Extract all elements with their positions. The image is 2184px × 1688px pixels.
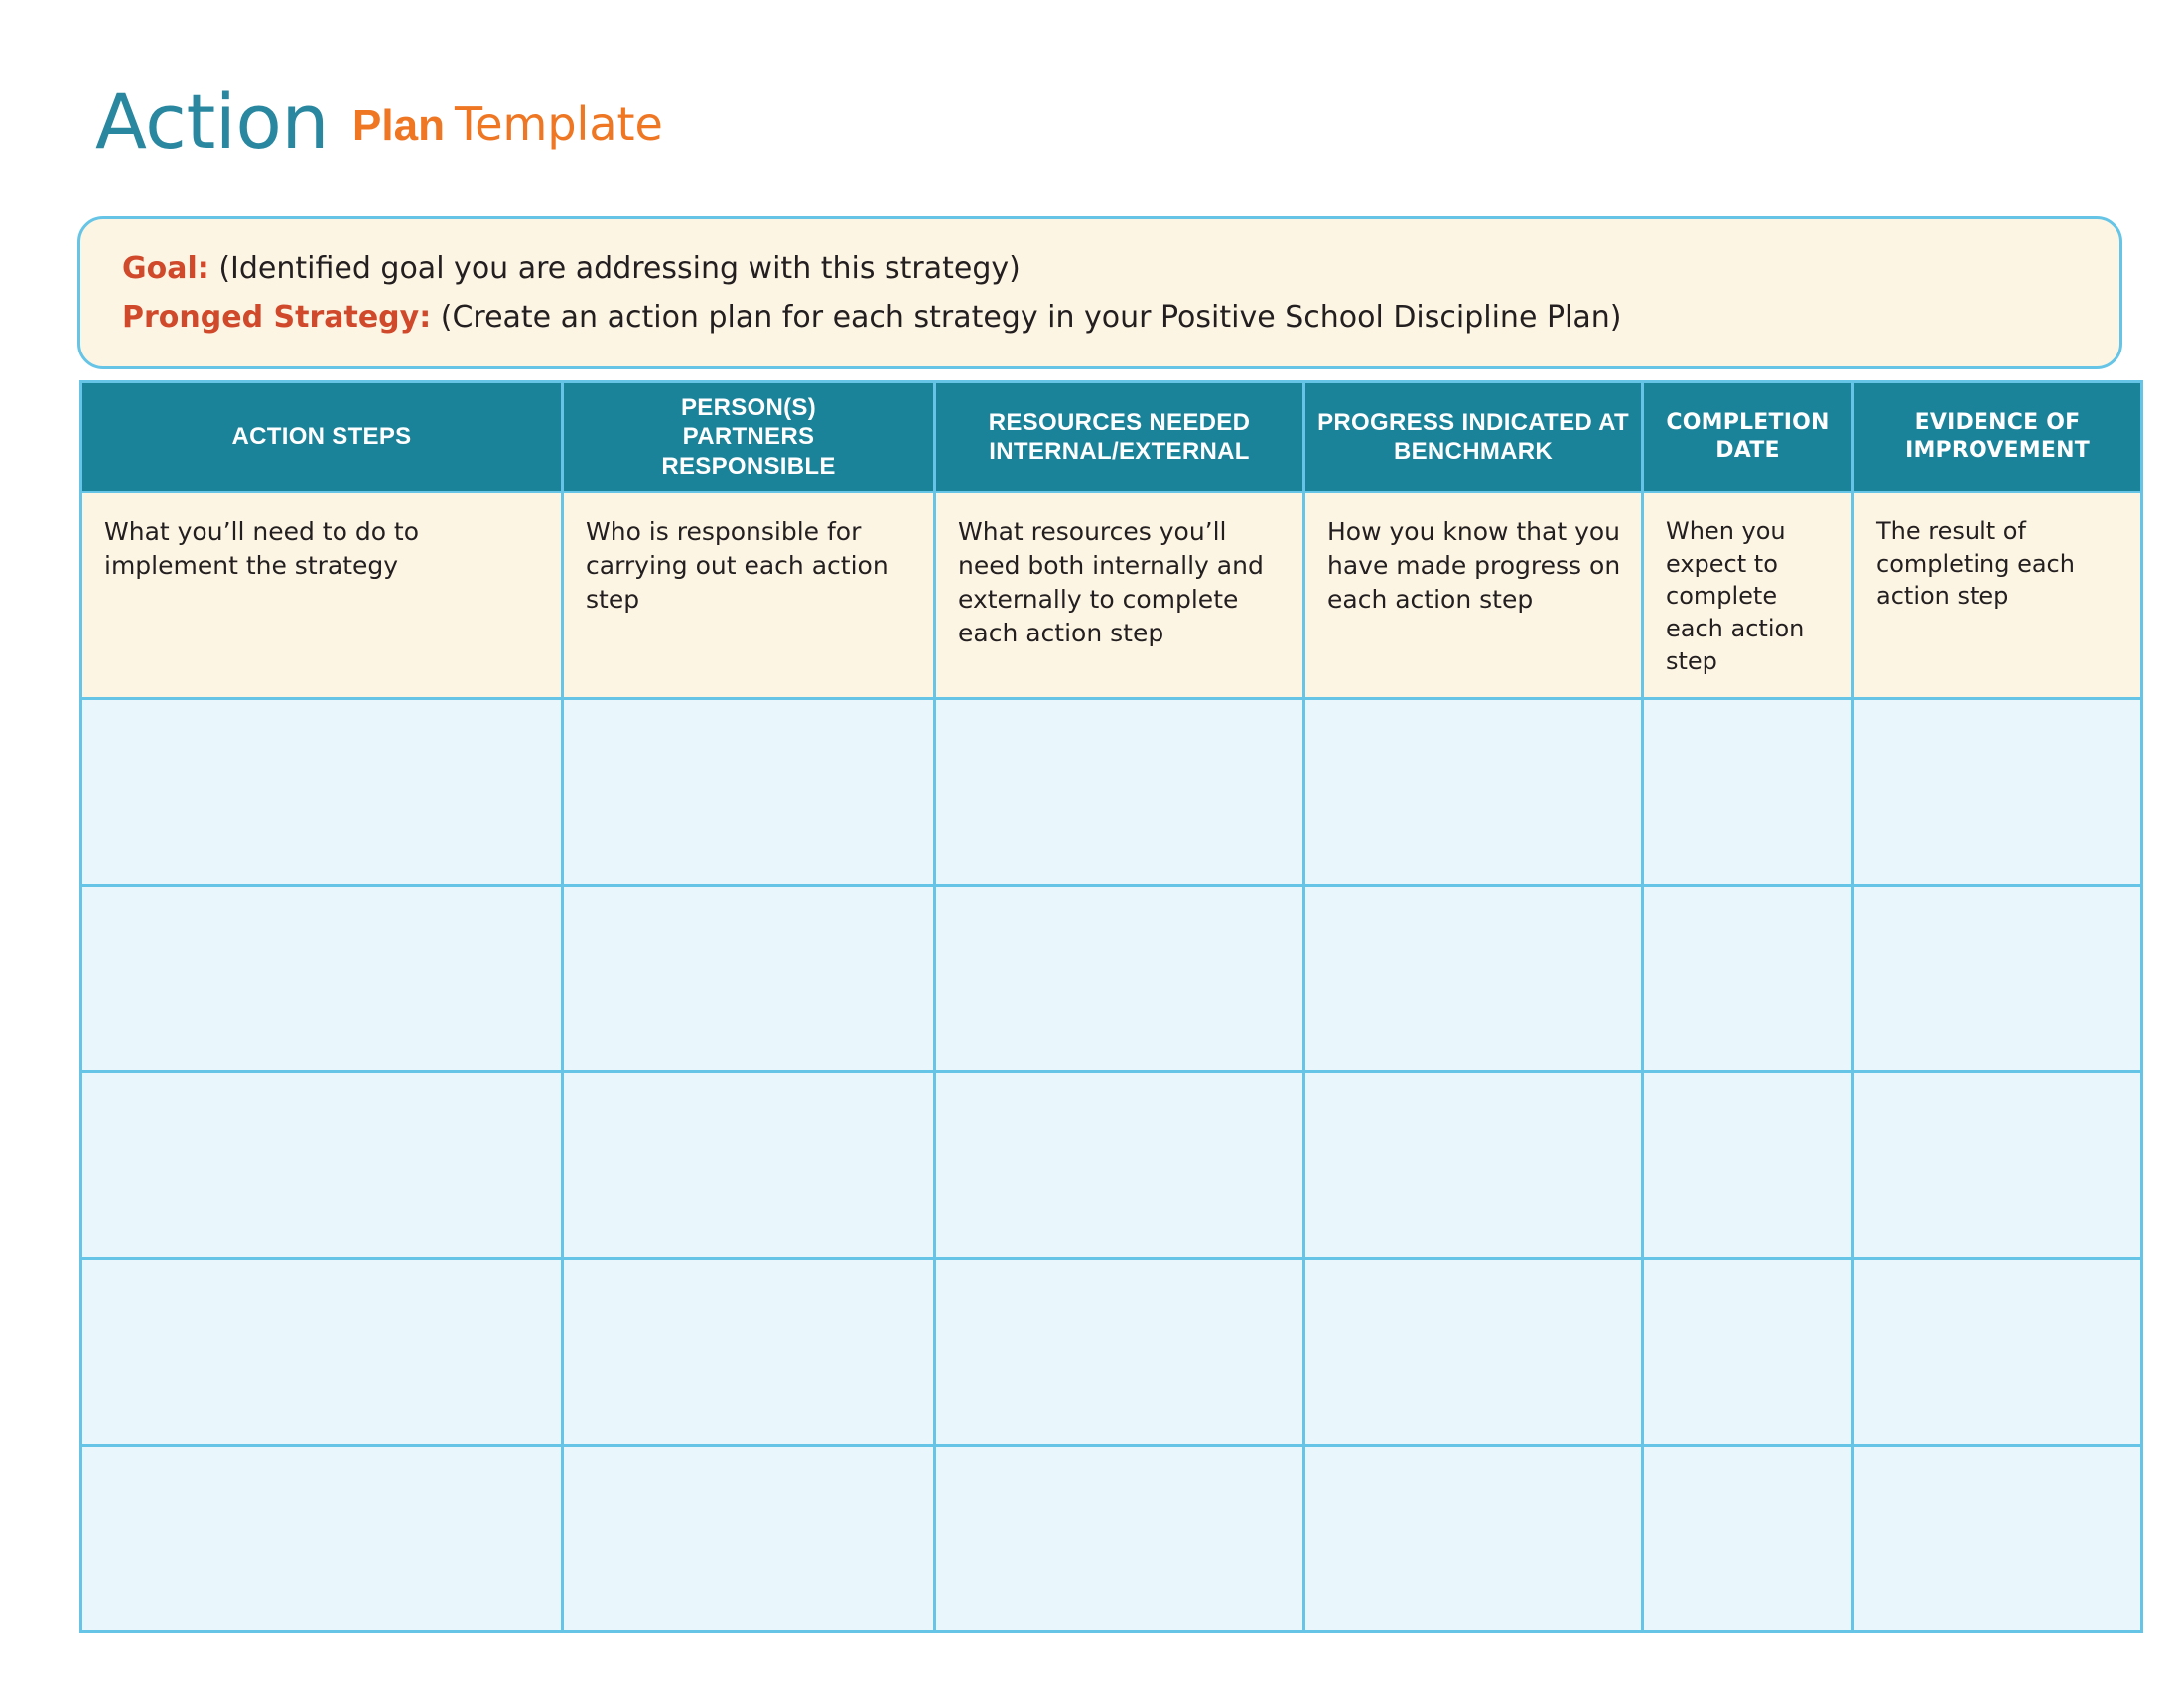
table-cell-input[interactable] [933, 884, 1305, 1074]
description-cell-progress-indicated: How you know that you have made progress… [1302, 490, 1644, 701]
table-cell-input[interactable] [561, 697, 936, 888]
column-header-action-steps: ACTION STEPS [79, 380, 564, 493]
title-word-template: Template [454, 97, 663, 151]
strategy-line: Pronged Strategy: (Create an action plan… [122, 294, 2119, 343]
title-word-plan: Plan [352, 101, 445, 150]
table-cell-input[interactable] [1641, 884, 1854, 1074]
goal-value: (Identified goal you are addressing with… [218, 251, 1021, 286]
goal-strategy-box: Goal: (Identified goal you are addressin… [77, 216, 2122, 369]
table-header-row: ACTION STEPS PERSON(S) PARTNERS RESPONSI… [79, 380, 2143, 493]
action-plan-table: ACTION STEPS PERSON(S) PARTNERS RESPONSI… [79, 380, 2143, 1634]
header-line: PROGRESS INDICATED AT [1317, 408, 1629, 436]
description-cell-action-steps: What you’ll need to do to implement the … [79, 490, 564, 701]
table-cell-input[interactable] [1302, 1257, 1644, 1448]
column-header-persons-partners-responsible: PERSON(S) PARTNERS RESPONSIBLE [561, 380, 936, 493]
goal-label: Goal: [122, 251, 209, 286]
table-cell-input[interactable] [1851, 697, 2143, 888]
table-cell-input[interactable] [1641, 1444, 1854, 1634]
table-row [79, 1070, 2143, 1261]
column-header-resources-needed: RESOURCES NEEDED INTERNAL/EXTERNAL [933, 380, 1305, 493]
table-cell-input[interactable] [1302, 1070, 1644, 1261]
column-header-evidence-of-improvement: EVIDENCE OF IMPROVEMENT [1851, 380, 2143, 493]
table-cell-input[interactable] [1641, 697, 1854, 888]
table-cell-input[interactable] [1641, 1257, 1854, 1448]
table-cell-input[interactable] [1302, 1444, 1644, 1634]
table-cell-input[interactable] [1851, 1070, 2143, 1261]
table-cell-input[interactable] [79, 1257, 564, 1448]
table-row [79, 1444, 2143, 1634]
header-line: RESPONSIBLE [661, 452, 836, 480]
strategy-label: Pronged Strategy: [122, 299, 432, 335]
description-text: The result of completing each action ste… [1876, 517, 2075, 611]
table-cell-input[interactable] [1851, 884, 2143, 1074]
goal-line: Goal: (Identified goal you are addressin… [122, 245, 2119, 294]
table-cell-input[interactable] [79, 1444, 564, 1634]
header-line: PERSON(S) [680, 394, 817, 422]
strategy-value: (Create an action plan for each strategy… [440, 299, 1622, 335]
header-line: DATE [1715, 438, 1780, 463]
description-text: What resources you’ll need both internal… [958, 517, 1264, 647]
description-cell-resources-needed: What resources you’ll need both internal… [933, 490, 1305, 701]
table-cell-input[interactable] [1851, 1444, 2143, 1634]
table-cell-input[interactable] [1851, 1257, 2143, 1448]
table-row [79, 1257, 2143, 1448]
table-cell-input[interactable] [1302, 697, 1644, 888]
table-cell-input[interactable] [933, 697, 1305, 888]
header-line: IMPROVEMENT [1905, 438, 2090, 463]
header-line: INTERNAL/EXTERNAL [989, 438, 1250, 465]
header-line: PARTNERS [682, 423, 815, 451]
page-title: Action Plan Template [95, 77, 663, 166]
table-cell-input[interactable] [561, 1444, 936, 1634]
description-text: When you expect to complete each action … [1666, 517, 1805, 675]
description-text: What you’ll need to do to implement the … [104, 517, 420, 580]
table-cell-input[interactable] [79, 697, 564, 888]
table-cell-input[interactable] [79, 1070, 564, 1261]
table-cell-input[interactable] [1641, 1070, 1854, 1261]
description-cell-evidence-of-improvement: The result of completing each action ste… [1851, 490, 2143, 701]
header-line: ACTION STEPS [231, 423, 412, 451]
table-cell-input[interactable] [561, 1257, 936, 1448]
header-line: COMPLETION [1666, 409, 1830, 435]
table-cell-input[interactable] [561, 1070, 936, 1261]
table-row [79, 697, 2143, 888]
table-cell-input[interactable] [933, 1444, 1305, 1634]
table-cell-input[interactable] [933, 1257, 1305, 1448]
description-cell-persons-partners-responsible: Who is responsible for carrying out each… [561, 490, 936, 701]
description-text: Who is responsible for carrying out each… [586, 517, 888, 614]
table-cell-input[interactable] [1302, 884, 1644, 1074]
header-line: RESOURCES NEEDED [988, 408, 1251, 436]
column-header-completion-date: COMPLETION DATE [1641, 380, 1854, 493]
column-header-progress-indicated-at-benchmark: PROGRESS INDICATED AT BENCHMARK [1302, 380, 1644, 493]
description-text: How you know that you have made progress… [1327, 517, 1621, 614]
description-cell-completion-date: When you expect to complete each action … [1641, 490, 1854, 701]
table-row [79, 884, 2143, 1074]
table-cell-input[interactable] [933, 1070, 1305, 1261]
header-line: EVIDENCE OF [1914, 409, 2081, 435]
header-line: BENCHMARK [1393, 438, 1554, 465]
table-cell-input[interactable] [561, 884, 936, 1074]
table-description-row: What you’ll need to do to implement the … [79, 490, 2143, 701]
table-cell-input[interactable] [79, 884, 564, 1074]
table-blank-rows [79, 697, 2143, 1634]
title-word-action: Action [95, 77, 330, 166]
